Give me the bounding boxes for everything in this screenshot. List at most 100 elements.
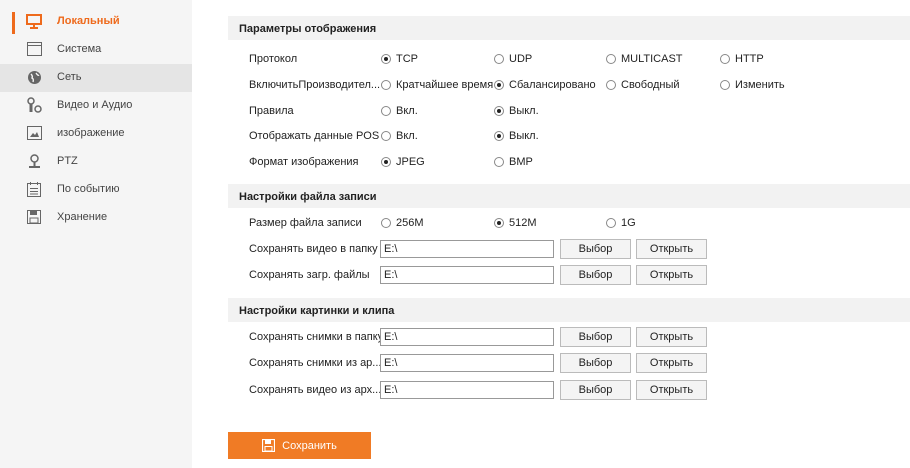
snap-path-label: Сохранять снимки в папку <box>249 331 384 343</box>
file-size-1g-radio[interactable]: 1G <box>606 217 636 229</box>
radio-dot <box>494 131 504 141</box>
radio-dot <box>720 80 730 90</box>
radio-label: Выкл. <box>509 130 539 142</box>
snap-archive-path-open-button[interactable]: Открыть <box>636 353 707 373</box>
sidebar-item-system[interactable]: Система <box>0 36 192 64</box>
snap-path-choose-button[interactable]: Выбор <box>560 327 631 347</box>
video-path-input[interactable] <box>380 240 554 258</box>
sidebar-item-event[interactable]: По событию <box>0 176 192 204</box>
display-section-header: Параметры отображения <box>228 16 910 40</box>
file-size-256m-radio[interactable]: 256M <box>381 217 424 229</box>
main-content: Параметры отображения Протокол TCP UDP M… <box>228 0 910 468</box>
radio-label: UDP <box>509 53 533 65</box>
pos-off-radio[interactable]: Выкл. <box>494 130 539 142</box>
format-label: Формат изображения <box>249 156 359 168</box>
radio-label: 512M <box>509 217 537 229</box>
radio-label: Свободный <box>621 79 680 91</box>
radio-dot <box>381 80 391 90</box>
protocol-http-radio[interactable]: HTTP <box>720 53 764 65</box>
radio-label: Кратчайшее время <box>396 79 494 91</box>
performance-label: ВключитьПроизводител... <box>249 79 381 91</box>
radio-label: Выкл. <box>509 105 539 117</box>
sidebar-item-label: Видео и Аудио <box>57 99 133 111</box>
radio-label: HTTP <box>735 53 764 65</box>
video-archive-path-choose-button[interactable]: Выбор <box>560 380 631 400</box>
radio-dot <box>720 54 730 64</box>
download-path-choose-button[interactable]: Выбор <box>560 265 631 285</box>
radio-dot <box>494 54 504 64</box>
download-path-label: Сохранять загр. файлы <box>249 269 370 281</box>
sidebar-item-video-audio[interactable]: Видео и Аудио <box>0 92 192 120</box>
sidebar-item-ptz[interactable]: PTZ <box>0 148 192 176</box>
radio-dot <box>494 157 504 167</box>
performance-balanced-radio[interactable]: Сбалансировано <box>494 79 596 91</box>
video-audio-icon <box>26 97 42 113</box>
snap-path-open-button[interactable]: Открыть <box>636 327 707 347</box>
radio-dot <box>494 218 504 228</box>
sidebar-item-label: Система <box>57 43 102 55</box>
protocol-udp-radio[interactable]: UDP <box>494 53 532 65</box>
radio-label: TCP <box>396 53 418 65</box>
performance-shortest-radio[interactable]: Кратчайшее время <box>381 79 493 91</box>
sidebar-item-storage[interactable]: Хранение <box>0 204 192 232</box>
snap-path-input[interactable] <box>380 328 554 346</box>
pos-label: Отображать данные POS <box>249 130 380 142</box>
event-calendar-icon <box>26 181 42 197</box>
record-section-header: Настройки файла записи <box>228 184 910 208</box>
radio-label: Вкл. <box>396 130 418 142</box>
sidebar-item-label: Хранение <box>57 211 108 223</box>
radio-dot <box>381 157 391 167</box>
download-path-open-button[interactable]: Открыть <box>636 265 707 285</box>
video-archive-path-label: Сохранять видео из арх... <box>249 384 382 396</box>
radio-label: Изменить <box>735 79 785 91</box>
protocol-multicast-radio[interactable]: MULTICAST <box>606 53 683 65</box>
radio-label: 256M <box>396 217 424 229</box>
sidebar-item-label: По событию <box>57 183 120 195</box>
pos-on-radio[interactable]: Вкл. <box>381 130 418 142</box>
radio-label: Вкл. <box>396 105 418 117</box>
sidebar-item-local[interactable]: Локальный <box>0 8 192 36</box>
video-path-open-button[interactable]: Открыть <box>636 239 707 259</box>
window-icon <box>26 41 42 57</box>
format-jpeg-radio[interactable]: JPEG <box>381 156 425 168</box>
sidebar-item-label: Сеть <box>57 71 82 83</box>
ptz-camera-icon <box>26 153 42 169</box>
radio-label: 1G <box>621 217 636 229</box>
snap-archive-path-input[interactable] <box>380 354 554 372</box>
radio-label: Сбалансировано <box>509 79 596 91</box>
floppy-disk-icon <box>26 209 42 225</box>
rules-on-radio[interactable]: Вкл. <box>381 105 418 117</box>
performance-free-radio[interactable]: Свободный <box>606 79 680 91</box>
sidebar: Локальный Система Сеть Видео и Аудио изо… <box>0 0 192 468</box>
sidebar-item-label: изображение <box>57 127 125 139</box>
protocol-label: Протокол <box>249 53 298 65</box>
file-size-512m-radio[interactable]: 512M <box>494 217 537 229</box>
video-archive-path-input[interactable] <box>380 381 554 399</box>
radio-dot <box>381 54 391 64</box>
download-path-input[interactable] <box>380 266 554 284</box>
sidebar-item-label: Локальный <box>57 15 120 27</box>
radio-label: BMP <box>509 156 533 168</box>
clip-section-header: Настройки картинки и клипа <box>228 298 910 322</box>
video-archive-path-open-button[interactable]: Открыть <box>636 380 707 400</box>
rules-off-radio[interactable]: Выкл. <box>494 105 539 117</box>
sidebar-item-image[interactable]: изображение <box>0 120 192 148</box>
image-icon <box>26 125 42 141</box>
sidebar-item-network[interactable]: Сеть <box>0 64 192 92</box>
file-size-label: Размер файла записи <box>249 217 362 229</box>
monitor-icon <box>26 13 42 29</box>
save-button-label: Сохранить <box>282 439 337 452</box>
radio-dot <box>606 54 616 64</box>
radio-dot <box>381 106 391 116</box>
radio-label: MULTICAST <box>621 53 683 65</box>
protocol-tcp-radio[interactable]: TCP <box>381 53 418 65</box>
snap-archive-path-choose-button[interactable]: Выбор <box>560 353 631 373</box>
format-bmp-radio[interactable]: BMP <box>494 156 533 168</box>
rules-label: Правила <box>249 105 294 117</box>
sidebar-item-label: PTZ <box>57 155 78 167</box>
radio-dot <box>606 218 616 228</box>
save-button[interactable]: Сохранить <box>228 432 371 459</box>
performance-custom-radio[interactable]: Изменить <box>720 79 785 91</box>
globe-icon <box>26 69 42 85</box>
video-path-choose-button[interactable]: Выбор <box>560 239 631 259</box>
